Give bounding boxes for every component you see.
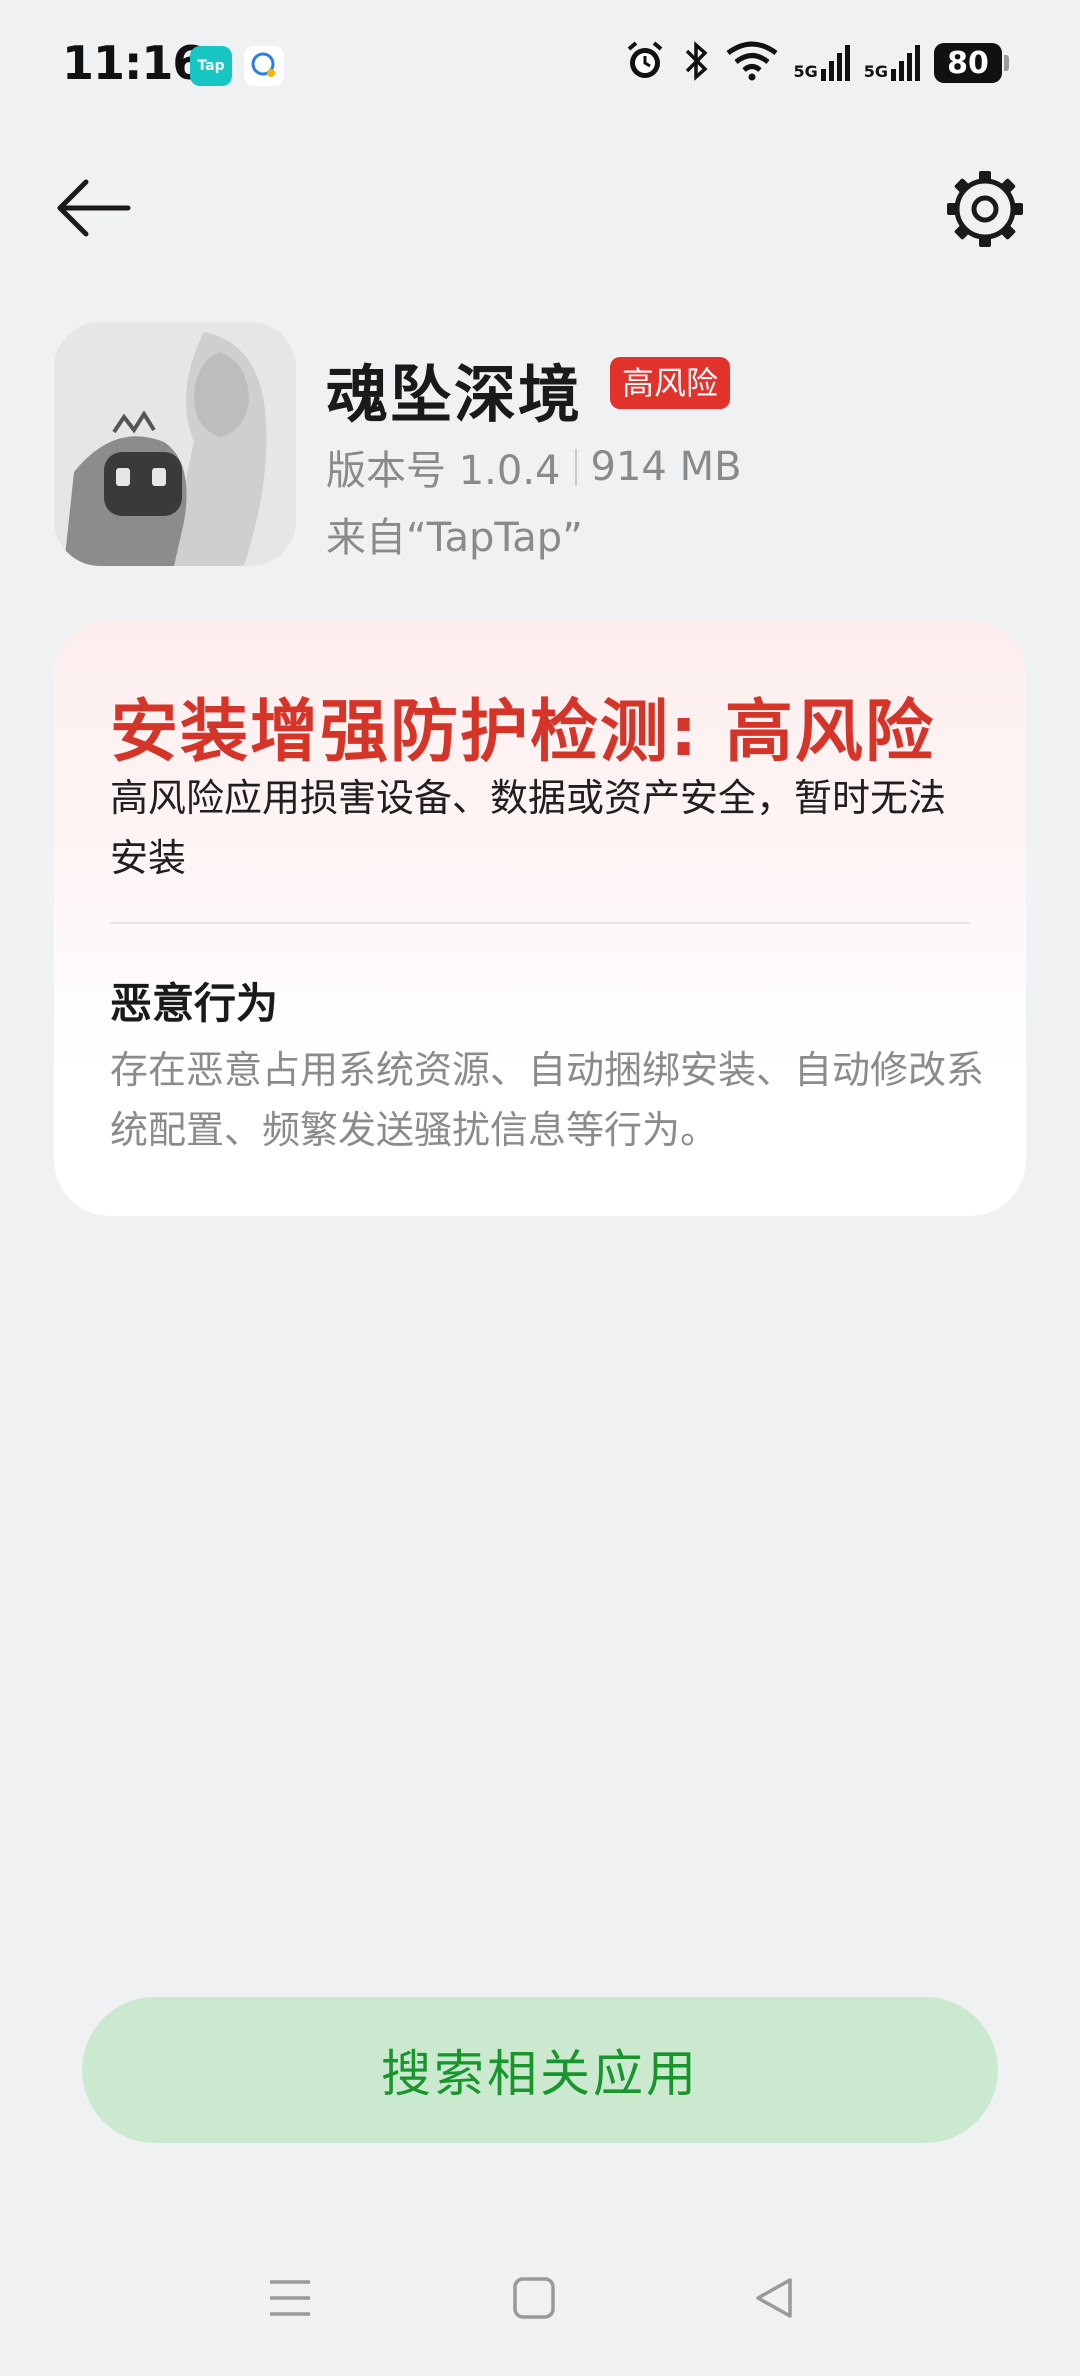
risk-card: 安装增强防护检测: 高风险 高风险应用损害设备、数据或资产安全，暂时无法安装 恶… [54,620,1026,1216]
alarm-icon [623,39,667,87]
behavior-description: 存在恶意占用系统资源、自动捆绑安装、自动修改系统配置、频繁发送骚扰信息等行为。 [110,1048,985,1152]
back-button[interactable] [48,168,138,248]
signal-2-icon: 5G [864,45,920,81]
battery-icon: 80 [934,43,1009,83]
app-icon [54,322,296,566]
risk-card-title: 安装增强防护检测: 高风险 [110,693,935,772]
status-icons: 5G 5G 80 [623,38,1009,88]
taptap-notification-icon: Tap [190,46,232,86]
risk-badge: 高风险 [610,357,731,409]
back-triangle-icon [756,2278,792,2318]
app-source: 来自“TapTap” [326,515,583,561]
home-button[interactable] [512,2276,556,2320]
home-icon [513,2277,555,2319]
nav-back-button[interactable] [752,2276,796,2320]
settings-gear-icon [947,171,1023,247]
search-related-apps-button[interactable]: 搜索相关应用 [82,1997,998,2143]
menu-icon [270,2280,310,2316]
recent-apps-button[interactable] [268,2276,312,2320]
message-notification-icon [244,46,284,86]
bluetooth-icon [681,39,711,87]
settings-button[interactable] [940,166,1030,252]
app-size: 914 MB [590,444,742,490]
back-arrow-icon [57,179,131,237]
risk-card-description: 高风险应用损害设备、数据或资产安全，暂时无法安装 [110,776,947,880]
behavior-title: 恶意行为 [110,979,279,1028]
app-name: 魂坠深境 [326,358,583,431]
app-version: 版本号 1.0.4 [326,448,561,494]
wifi-icon [725,41,779,85]
navigation-bar [0,2240,1080,2360]
meta-divider [574,449,577,485]
card-divider [110,922,970,924]
status-bar: 11:16 Tap 5G 5G 80 [0,0,1080,130]
signal-1-icon: 5G [793,45,850,81]
status-time: 11:16 [62,36,204,90]
app-meta: 版本号 1.0.4 914 MB [326,438,742,496]
